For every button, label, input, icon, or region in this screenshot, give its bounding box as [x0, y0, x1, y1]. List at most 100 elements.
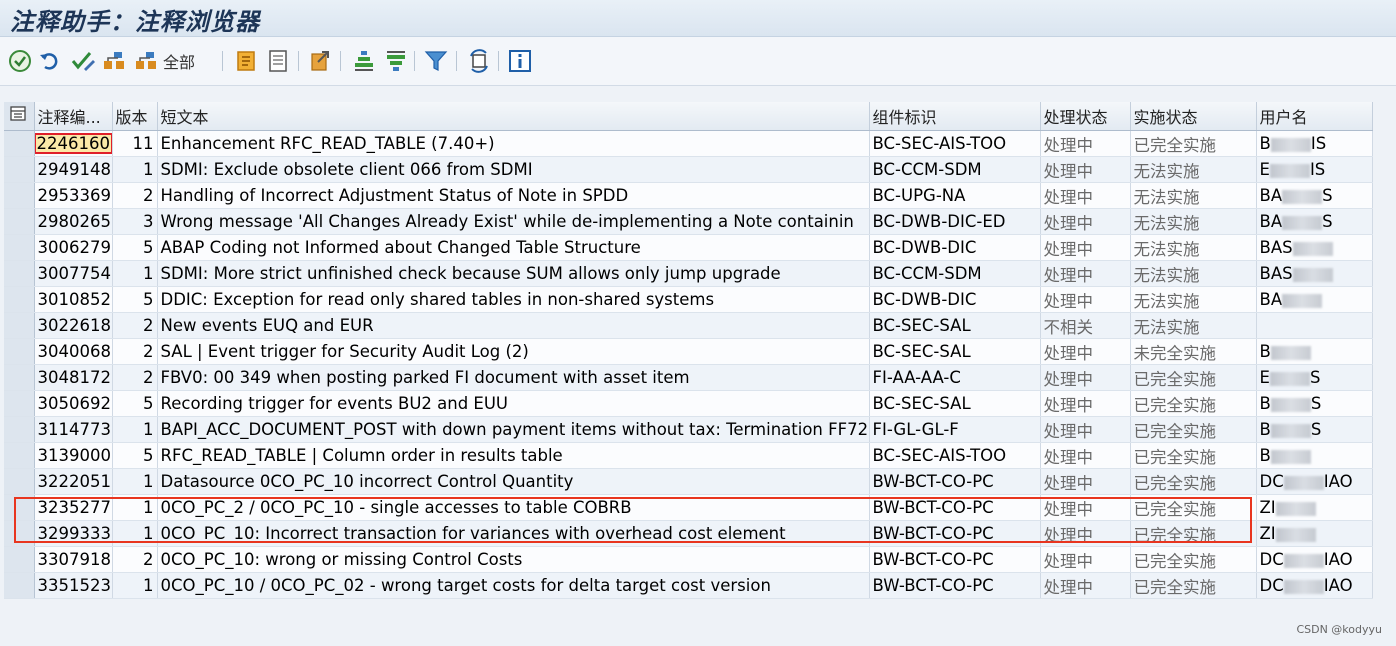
- note-number[interactable]: 2949148: [38, 160, 112, 179]
- note-number-cell[interactable]: 2980265: [34, 208, 113, 235]
- row-selector[interactable]: [4, 468, 35, 495]
- execute-button[interactable]: [8, 47, 32, 75]
- user-name-cell[interactable]: [1256, 312, 1373, 339]
- component-cell[interactable]: BC-DWB-DIC: [869, 286, 1041, 313]
- note-number-cell[interactable]: 3139000: [34, 442, 113, 469]
- row-selector[interactable]: [4, 572, 35, 599]
- note-number-cell[interactable]: 3222051: [34, 468, 113, 495]
- version-cell[interactable]: 1: [112, 468, 158, 495]
- row-selector[interactable]: [4, 520, 35, 547]
- note-number-cell[interactable]: 3299333: [34, 520, 113, 547]
- component-cell[interactable]: BW-BCT-CO-PC: [869, 520, 1041, 547]
- sort-descending-button[interactable]: [384, 47, 408, 75]
- short-text-cell[interactable]: FBV0: 00 349 when posting parked FI docu…: [157, 364, 870, 391]
- select-all-cell[interactable]: [4, 102, 35, 131]
- component-cell[interactable]: BC-SEC-SAL: [869, 390, 1041, 417]
- processing-status-cell[interactable]: 处理中: [1040, 390, 1131, 417]
- column-header-user-name[interactable]: 用户名: [1256, 102, 1373, 131]
- processing-status-cell[interactable]: 处理中: [1040, 234, 1131, 261]
- short-text-cell[interactable]: 0CO_PC_10: wrong or missing Control Cost…: [157, 546, 870, 573]
- user-name-cell[interactable]: E IS: [1256, 156, 1373, 183]
- check-button[interactable]: [70, 47, 96, 75]
- filter-button[interactable]: [424, 47, 448, 75]
- column-header-implementation-status[interactable]: 实施状态: [1130, 102, 1257, 131]
- note-number[interactable]: 2246160: [34, 133, 111, 154]
- component-cell[interactable]: BW-BCT-CO-PC: [869, 572, 1041, 599]
- note-number-cell[interactable]: 3048172: [34, 364, 113, 391]
- user-name-cell[interactable]: DC IAO: [1256, 546, 1373, 573]
- note-number[interactable]: 3022618: [38, 316, 112, 335]
- processing-status-cell[interactable]: 不相关: [1040, 312, 1131, 339]
- component-cell[interactable]: BC-SEC-AIS-TOO: [869, 130, 1041, 157]
- note-number-cell[interactable]: 2953369: [34, 182, 113, 209]
- processing-status-cell[interactable]: 处理中: [1040, 208, 1131, 235]
- implementation-status-cell[interactable]: 已完全实施: [1130, 442, 1257, 469]
- version-cell[interactable]: 2: [112, 364, 158, 391]
- short-text-cell[interactable]: Wrong message 'All Changes Already Exist…: [157, 208, 870, 235]
- implementation-status-cell[interactable]: 未完全实施: [1130, 338, 1257, 365]
- processing-status-cell[interactable]: 处理中: [1040, 572, 1131, 599]
- table-row[interactable]: 2246160 11 Enhancement RFC_READ_TABLE (7.4…: [4, 130, 1373, 157]
- component-cell[interactable]: BW-BCT-CO-PC: [869, 494, 1041, 521]
- note-number[interactable]: 3114773: [38, 420, 112, 439]
- table-row[interactable]: 3040068 2 SAL | Event trigger for Security…: [4, 338, 1373, 365]
- user-name-cell[interactable]: BAS: [1256, 260, 1373, 287]
- implementation-status-cell[interactable]: 已完全实施: [1130, 364, 1257, 391]
- user-name-cell[interactable]: ZI: [1256, 494, 1373, 521]
- component-cell[interactable]: BC-SEC-SAL: [869, 338, 1041, 365]
- version-cell[interactable]: 11: [112, 130, 158, 157]
- component-cell[interactable]: BC-DWB-DIC: [869, 234, 1041, 261]
- implementation-status-cell[interactable]: 无法实施: [1130, 156, 1257, 183]
- short-text-cell[interactable]: New events EUQ and EUR: [157, 312, 870, 339]
- note-number[interactable]: 3299333: [38, 524, 112, 543]
- note-number[interactable]: 3307918: [38, 550, 112, 569]
- note-number-cell[interactable]: 3007754: [34, 260, 113, 287]
- note-number-cell[interactable]: 3040068: [34, 338, 113, 365]
- version-cell[interactable]: 2: [112, 338, 158, 365]
- table-row[interactable]: 3022618 2 New events EUQ and EUR BC-SEC-SAL…: [4, 312, 1373, 339]
- table-row[interactable]: 3050692 5 Recording trigger for events BU2…: [4, 390, 1373, 417]
- component-cell[interactable]: BW-BCT-CO-PC: [869, 546, 1041, 573]
- processing-status-cell[interactable]: 处理中: [1040, 494, 1131, 521]
- table-row[interactable]: 3139000 5 RFC_READ_TABLE | Column order in…: [4, 442, 1373, 469]
- short-text-cell[interactable]: DDIC: Exception for read only shared tab…: [157, 286, 870, 313]
- component-cell[interactable]: BC-UPG-NA: [869, 182, 1041, 209]
- component-cell[interactable]: BC-DWB-DIC-ED: [869, 208, 1041, 235]
- component-cell[interactable]: FI-AA-AA-C: [869, 364, 1041, 391]
- column-header-version[interactable]: 版本: [112, 102, 158, 131]
- expand-all-button[interactable]: 全部: [134, 47, 195, 75]
- version-cell[interactable]: 1: [112, 520, 158, 547]
- version-cell[interactable]: 5: [112, 234, 158, 261]
- note-number[interactable]: 2980265: [38, 212, 112, 231]
- sort-button[interactable]: [234, 47, 260, 75]
- processing-status-cell[interactable]: 处理中: [1040, 546, 1131, 573]
- implementation-status-cell[interactable]: 已完全实施: [1130, 468, 1257, 495]
- user-name-cell[interactable]: B: [1256, 338, 1373, 365]
- user-name-cell[interactable]: BAS: [1256, 182, 1373, 209]
- user-name-cell[interactable]: BS: [1256, 390, 1373, 417]
- short-text-cell[interactable]: RFC_READ_TABLE | Column order in results…: [157, 442, 870, 469]
- table-row[interactable]: 3006279 5 ABAP Coding not Informed about C…: [4, 234, 1373, 261]
- column-header-note-number[interactable]: 注释编...: [34, 102, 113, 131]
- user-name-cell[interactable]: BS: [1256, 416, 1373, 443]
- note-number[interactable]: 3139000: [38, 446, 112, 465]
- user-name-cell[interactable]: DC IAO: [1256, 468, 1373, 495]
- note-number-cell[interactable]: 2246160: [34, 130, 113, 157]
- implementation-status-cell[interactable]: 已完全实施: [1130, 494, 1257, 521]
- short-text-cell[interactable]: 0CO_PC_10 / 0CO_PC_02 - wrong target cos…: [157, 572, 870, 599]
- row-selector[interactable]: [4, 494, 35, 521]
- implementation-status-cell[interactable]: 无法实施: [1130, 312, 1257, 339]
- table-row[interactable]: 3299333 1 0CO_PC_10: Incorrect transaction…: [4, 520, 1373, 547]
- version-cell[interactable]: 1: [112, 494, 158, 521]
- processing-status-cell[interactable]: 处理中: [1040, 338, 1131, 365]
- processing-status-cell[interactable]: 处理中: [1040, 130, 1131, 157]
- user-name-cell[interactable]: BAS: [1256, 234, 1373, 261]
- implementation-status-cell[interactable]: 无法实施: [1130, 286, 1257, 313]
- row-selector[interactable]: [4, 156, 35, 183]
- row-selector[interactable]: [4, 338, 35, 365]
- table-row[interactable]: 3222051 1 Datasource 0CO_PC_10 incorrect C…: [4, 468, 1373, 495]
- processing-status-cell[interactable]: 处理中: [1040, 416, 1131, 443]
- table-row[interactable]: 2949148 1 SDMI: Exclude obsolete client 06…: [4, 156, 1373, 183]
- implementation-status-cell[interactable]: 已完全实施: [1130, 130, 1257, 157]
- short-text-cell[interactable]: 0CO_PC_10: Incorrect transaction for var…: [157, 520, 870, 547]
